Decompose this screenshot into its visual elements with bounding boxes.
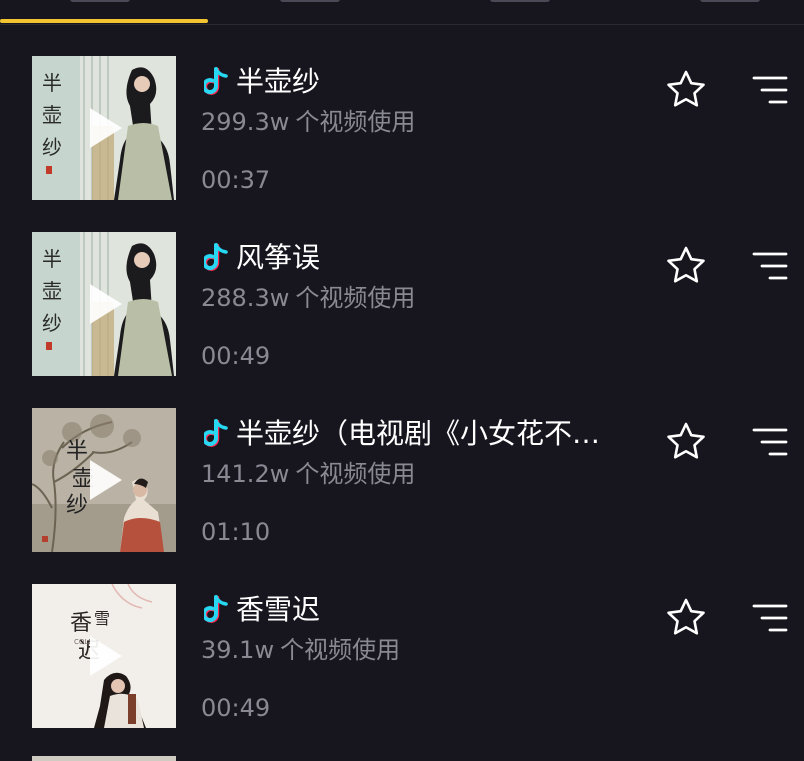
song-list: 半 壶 纱 半壶纱 299.3w 个视频使用 00:37 半 壶 纱 风筝误 2… xyxy=(0,56,804,760)
tab-4[interactable] xyxy=(700,0,760,2)
usage-count: 141.2w 个视频使用 xyxy=(201,458,415,490)
song-title[interactable]: 半壶纱 xyxy=(236,62,320,102)
favorite-star-icon[interactable] xyxy=(664,244,708,288)
svg-text:半: 半 xyxy=(42,247,62,271)
sort-lines-icon[interactable] xyxy=(748,598,792,638)
usage-count: 288.3w 个视频使用 xyxy=(201,282,415,314)
usage-count: 299.3w 个视频使用 xyxy=(201,106,415,138)
favorite-star-icon[interactable] xyxy=(664,420,708,464)
usage-number: 299.3w xyxy=(201,108,290,136)
song-row[interactable]: 香 雪 迟 COLD 香雪迟 39.1w 个视频使用 00:49 xyxy=(0,584,804,760)
song-duration: 00:49 xyxy=(201,694,271,722)
usage-number: 141.2w xyxy=(201,460,290,488)
song-duration: 01:10 xyxy=(201,518,271,546)
svg-text:纱: 纱 xyxy=(42,135,62,159)
play-icon[interactable] xyxy=(90,284,122,324)
sort-lines-icon[interactable] xyxy=(748,422,792,462)
svg-text:半: 半 xyxy=(66,439,88,464)
sort-lines-icon[interactable] xyxy=(748,70,792,110)
play-icon[interactable] xyxy=(90,108,122,148)
play-icon[interactable] xyxy=(90,636,122,676)
usage-suffix: 个视频使用 xyxy=(295,284,416,312)
music-note-icon xyxy=(204,67,228,95)
song-cover[interactable]: 半 壶 纱 xyxy=(32,232,176,376)
song-title[interactable]: 半壶纱（电视剧《小女花不… xyxy=(236,414,600,454)
music-note-icon xyxy=(204,419,228,447)
song-row[interactable]: 半 壶 纱 半壶纱 299.3w 个视频使用 00:37 xyxy=(0,56,804,232)
svg-text:雪: 雪 xyxy=(94,609,110,628)
active-tab-indicator xyxy=(0,19,208,23)
svg-text:纱: 纱 xyxy=(42,311,62,335)
music-library-screen: 半 壶 纱 半壶纱 299.3w 个视频使用 00:37 半 壶 纱 风筝误 2… xyxy=(0,0,804,761)
song-cover[interactable]: 半 壶 纱 xyxy=(32,408,176,552)
tab-3[interactable] xyxy=(490,0,550,2)
music-note-icon xyxy=(204,595,228,623)
song-title[interactable]: 风筝误 xyxy=(236,238,320,278)
usage-suffix: 个视频使用 xyxy=(295,460,416,488)
svg-text:香: 香 xyxy=(70,611,92,636)
usage-suffix: 个视频使用 xyxy=(280,636,401,664)
tab-bar xyxy=(0,0,804,25)
song-row[interactable]: 半 壶 纱 半壶纱（电视剧《小女花不… 141.2w 个视频使用 01:10 xyxy=(0,408,804,584)
tab-2[interactable] xyxy=(280,0,340,2)
song-cover[interactable]: 半 壶 纱 xyxy=(32,56,176,200)
svg-text:纱: 纱 xyxy=(66,493,88,518)
song-row[interactable]: 半 壶 纱 风筝误 288.3w 个视频使用 00:49 xyxy=(0,232,804,408)
usage-count: 39.1w 个视频使用 xyxy=(201,634,400,666)
favorite-star-icon[interactable] xyxy=(664,596,708,640)
usage-number: 39.1w xyxy=(201,636,275,664)
usage-number: 288.3w xyxy=(201,284,290,312)
song-cover[interactable]: 香 雪 迟 COLD xyxy=(32,584,176,728)
favorite-star-icon[interactable] xyxy=(664,68,708,112)
music-note-icon xyxy=(204,243,228,271)
song-title[interactable]: 香雪迟 xyxy=(236,590,320,630)
cover-calligraphy: 半 xyxy=(42,71,62,95)
sort-lines-icon[interactable] xyxy=(748,246,792,286)
next-song-cover-edge xyxy=(32,756,176,761)
svg-text:壶: 壶 xyxy=(42,103,62,127)
usage-suffix: 个视频使用 xyxy=(295,108,416,136)
svg-text:壶: 壶 xyxy=(42,279,62,303)
song-duration: 00:49 xyxy=(201,342,271,370)
play-icon[interactable] xyxy=(90,460,122,500)
tab-1[interactable] xyxy=(70,0,130,2)
song-duration: 00:37 xyxy=(201,166,271,194)
